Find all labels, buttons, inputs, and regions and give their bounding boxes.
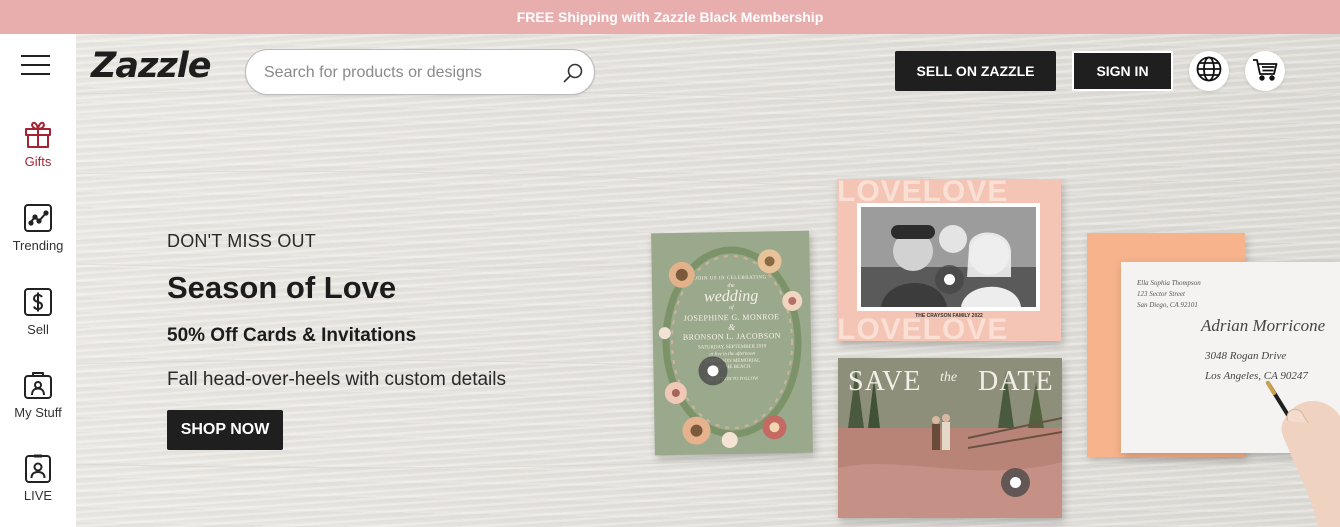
trending-icon	[22, 202, 54, 234]
love-photo-card[interactable]: LOVELOVE LOVELOVE THE CRAYSON FAMILY 202…	[837, 179, 1061, 341]
hero-tagline: Fall head-over-heels with custom details	[167, 369, 506, 390]
family-photo	[857, 203, 1040, 311]
search-icon[interactable]	[562, 62, 584, 84]
cart-icon	[1251, 55, 1279, 88]
search-input[interactable]	[264, 62, 554, 84]
sidebar-item-sell[interactable]: Sell	[0, 286, 76, 337]
sidebar-item-trending[interactable]: Trending	[0, 202, 76, 253]
sidebar-item-live[interactable]: LIVE	[0, 452, 76, 503]
zazzle-logo[interactable]: Zazzle	[91, 46, 211, 86]
sidebar-item-label: Sell	[27, 322, 49, 337]
play-video-button[interactable]	[935, 265, 964, 294]
save-title: DATE	[978, 366, 1054, 397]
wedding-invitation-card[interactable]: JOIN US IN CELEBRATING the wedding of JO…	[651, 230, 813, 456]
cart-button[interactable]	[1245, 51, 1285, 91]
sidebar-item-label: My Stuff	[14, 405, 62, 420]
save-title: SAVE	[848, 366, 922, 397]
gift-icon	[22, 118, 54, 150]
hero-subhead: 50% Off Cards & Invitations	[167, 325, 417, 346]
recipient-line: 3048 Rogan Drive	[1205, 350, 1287, 362]
wedding-name: BRONSON L. JACOBSON	[682, 331, 781, 342]
save-title: the	[940, 370, 958, 385]
live-icon	[22, 452, 54, 484]
sign-in-button[interactable]: SIGN IN	[1072, 51, 1173, 91]
love-card-caption: THE CRAYSON FAMILY 2022	[915, 313, 983, 319]
play-video-button[interactable]	[1001, 468, 1030, 497]
sell-on-zazzle-button[interactable]: SELL ON ZAZZLE	[895, 51, 1056, 91]
return-address-line: San Diego, CA 92101	[1137, 301, 1198, 309]
save-the-date-card[interactable]: SAVE the DATE	[838, 358, 1062, 518]
shop-now-button[interactable]: SHOP NOW	[167, 410, 283, 450]
return-address-line: Ella Sophia Thompson	[1137, 279, 1201, 287]
sidebar-item-my-stuff[interactable]: My Stuff	[0, 369, 76, 420]
my-stuff-icon	[22, 369, 54, 401]
sidebar-item-gifts[interactable]: Gifts	[0, 118, 76, 169]
sidebar-item-label: LIVE	[23, 488, 53, 503]
menu-icon-bar	[21, 64, 50, 66]
promo-banner[interactable]: FREE Shipping with Zazzle Black Membersh…	[0, 0, 1340, 34]
hero-eyebrow: DON'T MISS OUT	[167, 231, 316, 251]
hand-with-pen-illustration	[1266, 381, 1340, 527]
return-address-line: 123 Sector Street	[1137, 290, 1185, 298]
dollar-icon	[22, 286, 54, 318]
language-button[interactable]	[1189, 51, 1229, 91]
promo-text: FREE Shipping with Zazzle Black Membersh…	[516, 9, 824, 25]
sidebar-item-label: Gifts	[24, 154, 52, 169]
menu-icon-bar	[21, 55, 50, 57]
search-bar	[245, 49, 595, 95]
menu-button[interactable]	[20, 54, 52, 78]
sidebar-item-label: Trending	[12, 238, 64, 253]
hero-headline: Season of Love	[167, 270, 397, 305]
globe-icon	[1195, 55, 1223, 88]
recipient-name: Adrian Morricone	[1201, 316, 1326, 335]
menu-icon-bar	[21, 73, 50, 75]
left-sidebar: Gifts Trending Sell My Stuff LIVE	[0, 34, 76, 527]
